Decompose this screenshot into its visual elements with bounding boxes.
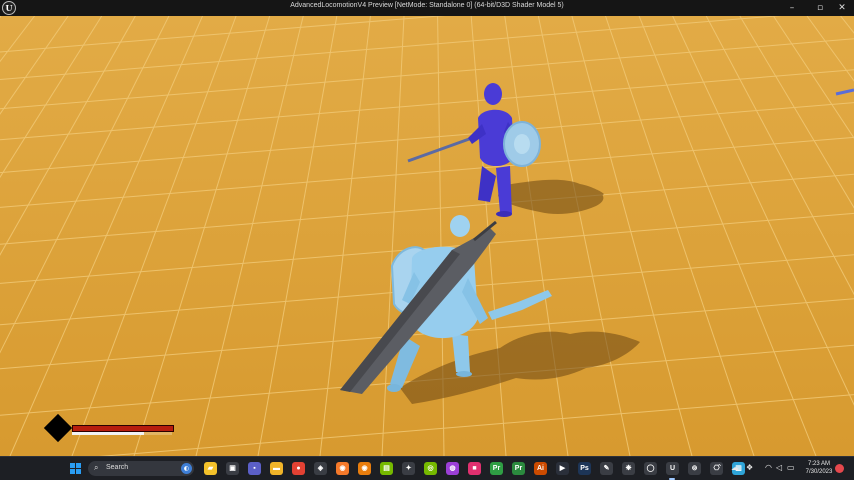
maximize-button[interactable]: ▫ [812,0,828,16]
search-highlight-icon: ◐ [181,463,192,474]
minimize-button[interactable]: – [784,0,800,16]
geforce-icon[interactable]: ◎ [424,462,437,475]
game-viewport[interactable] [0,16,854,456]
hud-diamond-icon [43,413,73,443]
dropbox-icon[interactable]: ❖ [746,463,753,473]
chrome-icon[interactable]: ● [292,462,305,475]
notification-badge-icon[interactable] [835,464,844,473]
stamina-bar [72,432,172,435]
illustrator-icon[interactable]: Ai [534,462,547,475]
magnifier-icon: ⌕ [94,463,99,472]
steam-icon[interactable]: ⊚ [688,462,701,475]
search-label: Search [106,464,129,471]
obs-icon[interactable]: ◯ [644,462,657,475]
teams-icon[interactable]: ▪ [248,462,261,475]
onedrive-icon[interactable]: ☁ [731,463,739,473]
ae-icon[interactable]: Pr [512,462,525,475]
davinci-icon[interactable]: ❋ [622,462,635,475]
health-bar [72,425,174,432]
edit-icon[interactable]: ✎ [600,462,613,475]
wifi-icon[interactable]: ◠ [765,463,772,473]
close-button[interactable]: ✕ [834,0,850,16]
volume-icon[interactable]: ◁ [776,463,782,473]
nvidia-icon[interactable]: ▤ [380,462,393,475]
unity-icon[interactable]: ◈ [314,462,327,475]
purple-app-icon[interactable]: ◍ [446,462,459,475]
gear-app-icon[interactable]: ✦ [402,462,415,475]
game-scene [0,16,854,456]
media-icon[interactable]: ▶ [556,462,569,475]
windows-taskbar: ⌕ Search ◐ ▰ ▣ ▪ ▬ ● ◈ ◉ ◉ ▤ ✦ ◎ ◍ ■ Pr Pr Ai ▶ Ps ✎ ❋ ◯ U ⊚ ⎔ ▥… [0,456,854,480]
player-hud [43,413,176,443]
window-title-bar: U AdvancedLocomotionV4 Preview [NetMode:… [0,0,854,16]
pink-app-icon[interactable]: ■ [468,462,481,475]
taskbar-search-box[interactable]: ⌕ Search ◐ [88,461,194,476]
chevron-up-icon[interactable]: ⌃ [716,463,723,473]
pr-icon[interactable]: Pr [490,462,503,475]
file-explorer-icon[interactable]: ▰ [204,462,217,475]
blender-icon[interactable]: ◉ [336,462,349,475]
unreal-taskbar-icon[interactable]: U [666,462,679,475]
task-view-icon[interactable]: ▣ [226,462,239,475]
start-windows-icon[interactable] [69,462,82,475]
battery-icon[interactable]: ▭ [787,463,795,473]
photoshop-icon[interactable]: Ps [578,462,591,475]
folder-icon[interactable]: ▬ [270,462,283,475]
blender-alt-icon[interactable]: ◉ [358,462,371,475]
window-title: AdvancedLocomotionV4 Preview [NetMode: S… [290,2,564,9]
